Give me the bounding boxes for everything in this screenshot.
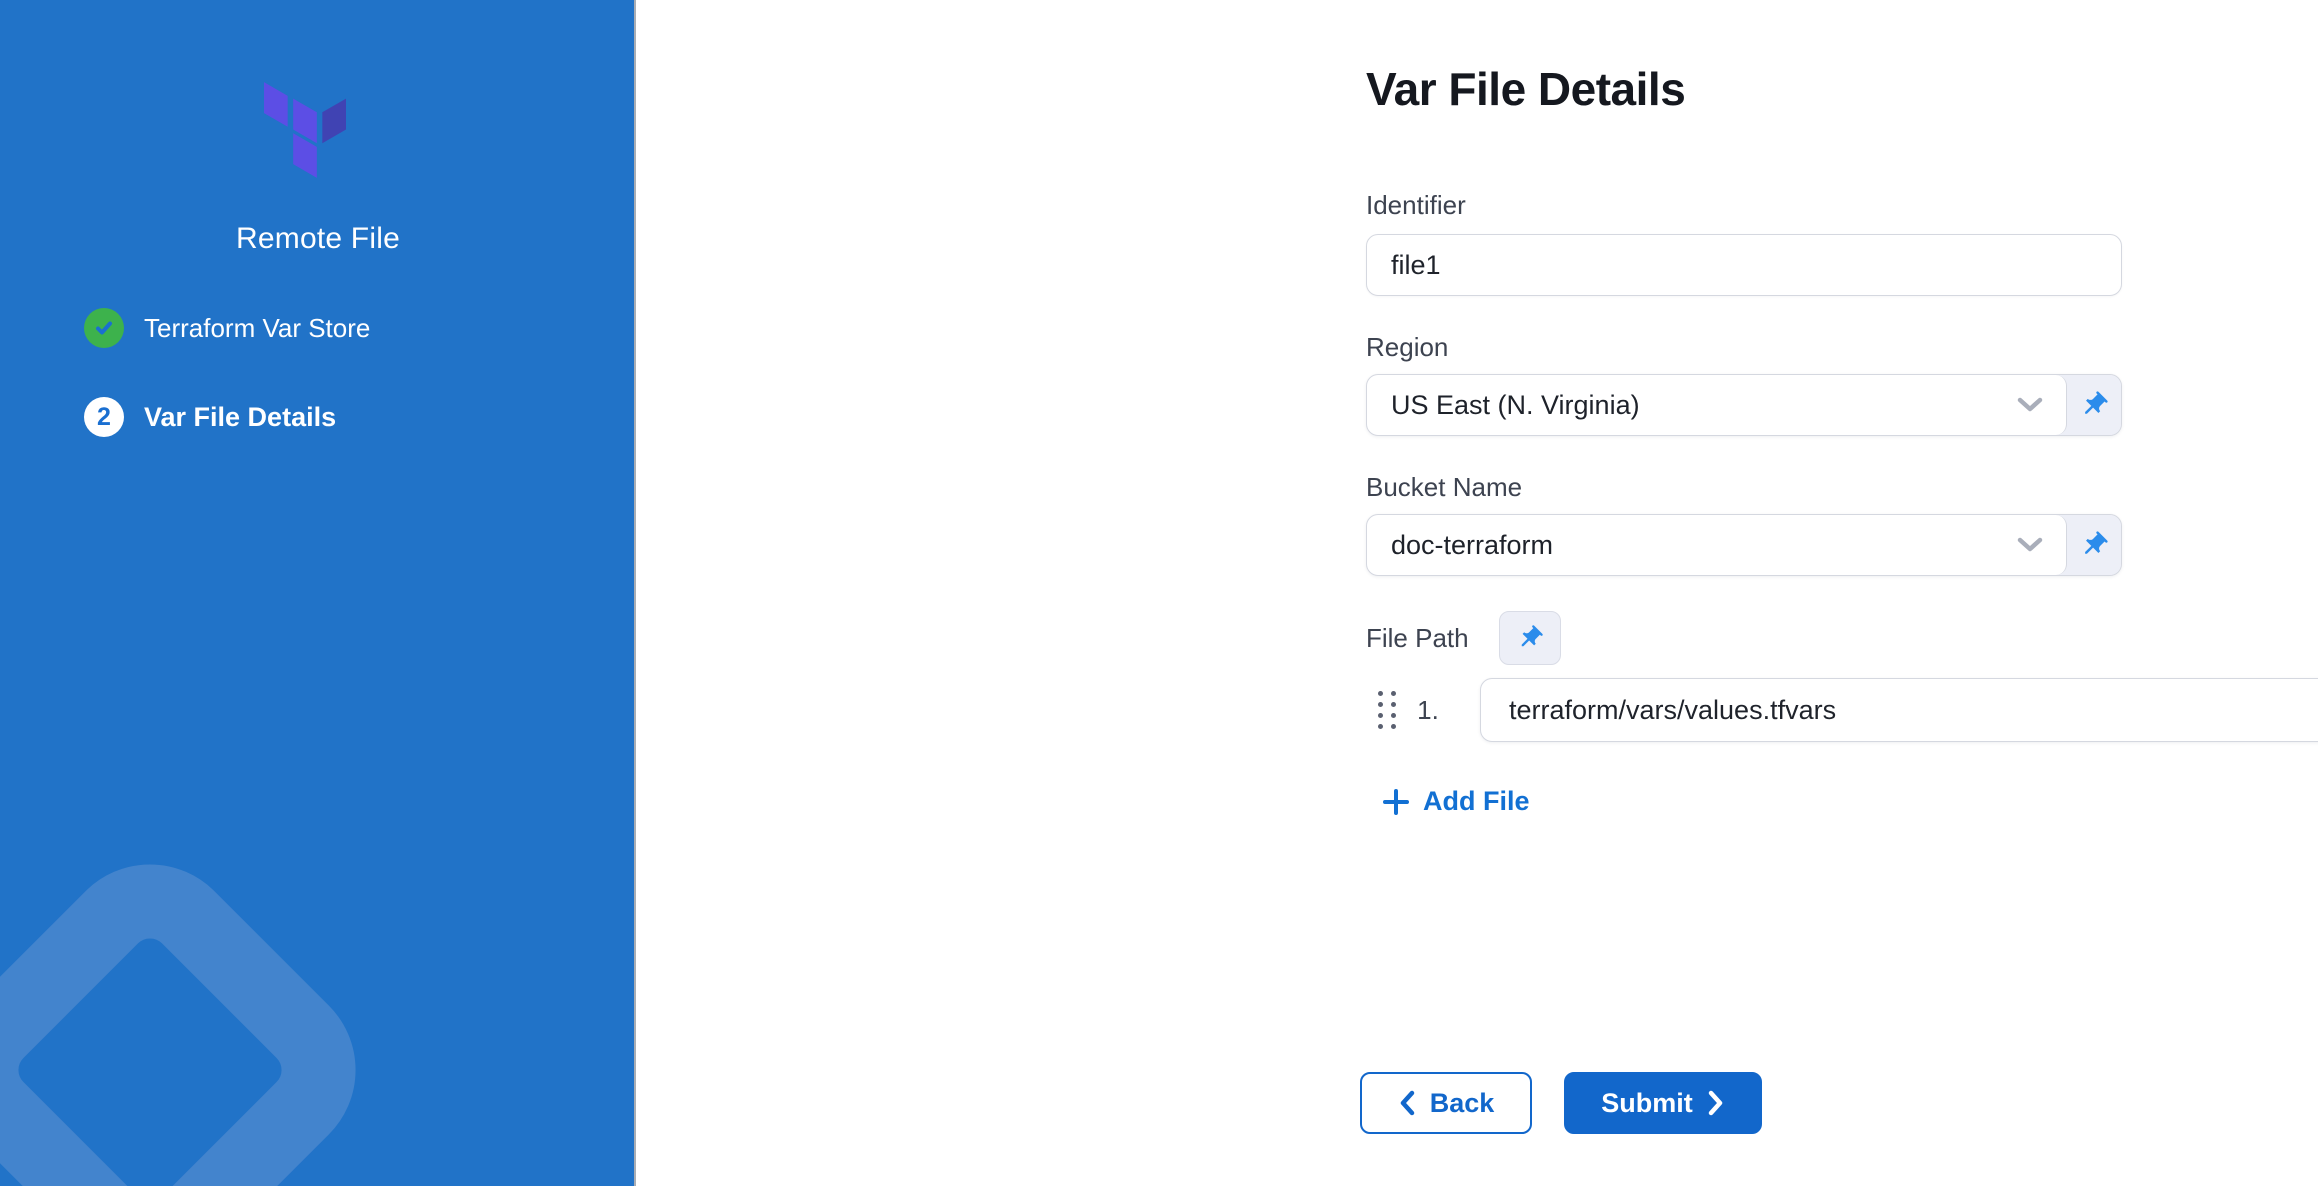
back-button[interactable]: Back — [1360, 1072, 1532, 1134]
step-label: Var File Details — [144, 402, 336, 433]
var-file-details-panel: Var File Details Identifier Region US Ea… — [638, 0, 2318, 1186]
add-file-button[interactable]: Add File — [1382, 786, 1530, 817]
step-number-badge: 2 — [84, 397, 124, 437]
region-label: Region — [1366, 332, 1448, 363]
step-var-file-details[interactable]: 2 Var File Details — [84, 397, 604, 437]
chevron-down-icon — [2014, 535, 2046, 555]
chevron-right-icon — [1707, 1089, 1725, 1117]
wizard-sidebar: Remote File Terraform Var Store 2 Var Fi… — [0, 0, 636, 1186]
pushpin-icon — [2079, 530, 2109, 560]
identifier-label: Identifier — [1366, 190, 1466, 221]
step-label: Terraform Var Store — [144, 313, 370, 344]
check-icon — [92, 316, 116, 340]
file-path-input[interactable] — [1481, 679, 2318, 741]
bucket-field-group: doc-terraform — [1366, 514, 2122, 576]
file-path-header: File Path — [1366, 610, 1561, 666]
plus-icon — [1382, 788, 1410, 816]
page-title: Var File Details — [1366, 62, 1685, 116]
chevron-down-icon — [2014, 395, 2046, 415]
region-selected-value: US East (N. Virginia) — [1391, 390, 2014, 421]
wizard-title: Remote File — [0, 222, 636, 256]
region-pin-button[interactable] — [2067, 375, 2121, 435]
file-index: 1. — [1398, 695, 1458, 726]
wizard-actions: Back Submit — [1360, 1072, 1762, 1134]
remote-file-wizard: Remote File Terraform Var Store 2 Var Fi… — [0, 0, 2318, 1186]
chevron-left-icon — [1398, 1089, 1416, 1117]
wizard-steps: Terraform Var Store 2 Var File Details — [84, 308, 604, 486]
submit-button[interactable]: Submit — [1564, 1072, 1762, 1134]
submit-label: Submit — [1601, 1088, 1693, 1119]
region-field-group: US East (N. Virginia) — [1366, 374, 2122, 436]
bucket-name-label: Bucket Name — [1366, 472, 1522, 503]
file-path-row: 1. — [1366, 678, 2318, 742]
pushpin-icon — [1516, 624, 1544, 652]
step-complete-badge — [84, 308, 124, 348]
bucket-pin-button[interactable] — [2067, 515, 2121, 575]
terraform-logo — [264, 82, 346, 178]
step-terraform-var-store[interactable]: Terraform Var Store — [84, 308, 604, 348]
bucket-select[interactable]: doc-terraform — [1367, 515, 2067, 575]
drag-handle-icon[interactable] — [1376, 688, 1398, 732]
back-label: Back — [1430, 1088, 1495, 1119]
file-path-pin-button[interactable] — [1499, 611, 1561, 665]
pushpin-icon — [2079, 390, 2109, 420]
identifier-input[interactable] — [1366, 234, 2122, 296]
region-select[interactable]: US East (N. Virginia) — [1367, 375, 2067, 435]
bucket-selected-value: doc-terraform — [1391, 530, 2014, 561]
file-path-field-group — [1480, 678, 2318, 742]
add-file-label: Add File — [1423, 786, 1530, 817]
file-path-label: File Path — [1366, 623, 1469, 654]
